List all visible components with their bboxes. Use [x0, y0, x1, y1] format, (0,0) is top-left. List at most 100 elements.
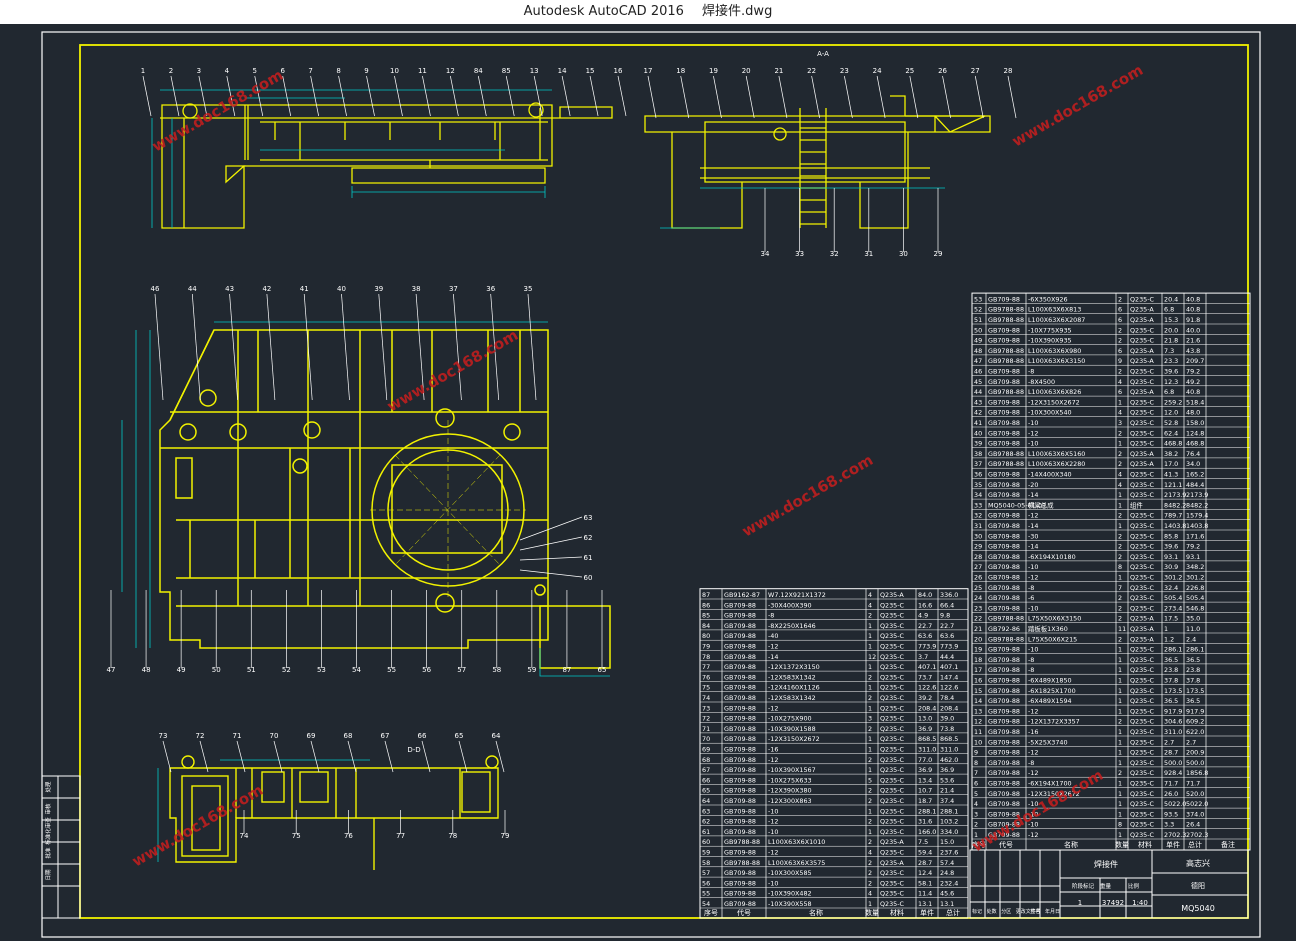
bom-cell: 16.6 — [918, 601, 932, 609]
bom-cell: Q235-C — [1130, 666, 1155, 674]
balloon-label: 19 — [709, 67, 718, 75]
bom-cell: 27 — [974, 563, 982, 571]
bom-cell: GB709-88 — [988, 481, 1020, 489]
bom-cell: L100X63X6X826 — [1028, 388, 1081, 396]
bom-cell: GB9788-88 — [988, 357, 1024, 365]
bom-cell: -8 — [1028, 656, 1034, 664]
bom-cell: Q235-C — [880, 746, 905, 754]
title-designer: 高志兴 — [1186, 858, 1210, 868]
bom-cell: 38 — [974, 450, 982, 458]
bom-cell: -10 — [1028, 440, 1038, 448]
bom-cell: 4 — [974, 800, 978, 808]
balloon-label: 62 — [584, 534, 593, 542]
balloon-label: 21 — [774, 67, 783, 75]
bom-cell: Q235-C — [1130, 419, 1155, 427]
balloon-label: 74 — [240, 832, 249, 840]
bom-cell: -12X300X863 — [768, 797, 812, 805]
bom-cell: 11 — [1118, 625, 1126, 633]
bom-cell: 79.2 — [1186, 543, 1200, 551]
bom-cell: Q235-C — [1130, 790, 1155, 798]
bom-cell: 232.4 — [940, 879, 958, 887]
bom-cell: 5 — [974, 790, 978, 798]
bom-cell: 520.0 — [1186, 790, 1204, 798]
bom-cell: 36.9 — [918, 766, 932, 774]
bom-cell: 42 — [974, 409, 982, 417]
bom-cell: 13.0 — [918, 715, 932, 723]
bom-cell: 13.4 — [918, 776, 932, 784]
bom-cell: 13.1 — [918, 900, 932, 908]
bom-cell: 2 — [1118, 594, 1122, 602]
balloon-label: 58 — [492, 666, 501, 674]
bom-cell: 13.1 — [940, 900, 954, 908]
bom-cell: 2 — [868, 694, 872, 702]
balloon-label: 22 — [807, 67, 816, 75]
bom-cell: 2 — [868, 879, 872, 887]
bom-cell: GB9788-88 — [988, 615, 1024, 623]
balloon-label: 5 — [253, 67, 257, 75]
side-block-label: 审核 — [44, 803, 52, 815]
bom-cell: Q235-A — [1130, 615, 1154, 623]
bom-cell: 2 — [1118, 368, 1122, 376]
bom-cell: 2 — [1118, 512, 1122, 520]
bom-cell: 3 — [974, 810, 978, 818]
bom-cell: 15.3 — [1164, 316, 1178, 324]
balloon-label: 71 — [233, 732, 242, 740]
bom-cell: 1 — [868, 704, 872, 712]
bom-cell: -12 — [768, 818, 778, 826]
bom-cell: 103.2 — [940, 818, 958, 826]
bom-cell: -12 — [768, 849, 778, 857]
bom-cell: 500.0 — [1186, 759, 1204, 767]
bom-cell: Q235-C — [1130, 522, 1155, 530]
bom-cell: L100X63X6X3150 — [1028, 357, 1085, 365]
bom-cell: 2.7 — [1164, 738, 1174, 746]
bom-cell: -8X4500 — [1028, 378, 1055, 386]
bom-cell: -30X400X390 — [768, 601, 812, 609]
drawing-canvas[interactable]: A-A D-D 1 2 3 4 5 6 7 8 9 10 11 12 84 85… — [0, 24, 1296, 941]
balloon-label: 53 — [317, 666, 326, 674]
bom-cell: Q235-A — [1130, 306, 1154, 314]
bom-cell: 1579.4 — [1186, 512, 1208, 520]
bom-cell: -12X583X1342 — [768, 673, 816, 681]
bom-cell: Q235-C — [1130, 337, 1155, 345]
bom-cell: Q235-C — [880, 797, 905, 805]
bom-cell: 37 — [974, 460, 982, 468]
bom-cell: GB709-88 — [724, 869, 756, 877]
balloon-label: 37 — [449, 285, 458, 293]
bom-header-cell: 备注 — [1221, 840, 1235, 849]
bom-cell: GB709-88 — [724, 756, 756, 764]
balloon-label: 3 — [197, 67, 201, 75]
bom-cell: 40.8 — [1186, 295, 1200, 303]
bom-cell: 36.9 — [940, 766, 954, 774]
balloon-label: 32 — [830, 250, 839, 258]
balloon-label: 39 — [374, 285, 383, 293]
bom-cell: 36.9 — [918, 725, 932, 733]
bom-cell: 23 — [974, 604, 982, 612]
bom-cell: 21.4 — [940, 787, 954, 795]
bom-cell: 23.8 — [1164, 666, 1178, 674]
bom-cell: 50 — [974, 326, 982, 334]
bom-cell: 6 — [1118, 306, 1122, 314]
balloon-label: 10 — [390, 67, 399, 75]
bom-cell: GB709-88 — [724, 601, 756, 609]
bom-cell: 33 — [974, 501, 982, 509]
balloon-label: 46 — [151, 285, 160, 293]
balloon-label: 51 — [247, 666, 256, 674]
bom-cell: Q235-C — [1130, 728, 1155, 736]
bom-cell: 93.1 — [1164, 553, 1178, 561]
section-aa-label: A-A — [817, 50, 829, 58]
bom-cell: 4 — [868, 849, 872, 857]
bom-cell: GB9788-88 — [988, 450, 1024, 458]
bom-cell: Q235-C — [880, 684, 905, 692]
balloon-label: 43 — [225, 285, 234, 293]
bom-cell: Q235-C — [880, 725, 905, 733]
bom-cell: 41.3 — [1164, 471, 1178, 479]
bom-cell: 26.0 — [1164, 790, 1178, 798]
bom-cell: 73.8 — [940, 725, 954, 733]
bom-cell: 52 — [974, 306, 982, 314]
bom-cell: GB709-88 — [724, 807, 756, 815]
bom-cell: Q235-C — [1130, 481, 1155, 489]
bom-cell: GB9788-88 — [988, 460, 1024, 468]
bom-cell: 74 — [702, 694, 710, 702]
bom-cell: 3 — [1118, 419, 1122, 427]
bom-cell: 2 — [1118, 543, 1122, 551]
